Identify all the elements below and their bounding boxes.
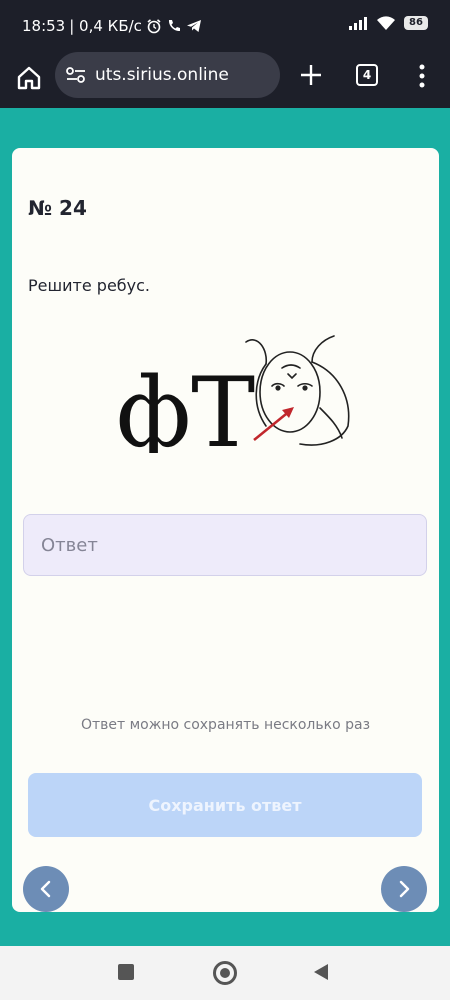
red-arrow-icon bbox=[253, 407, 294, 442]
save-answer-button[interactable]: Сохранить ответ bbox=[28, 773, 422, 837]
status-right: 86 bbox=[348, 15, 428, 31]
home-icon[interactable] bbox=[16, 65, 42, 91]
answer-input[interactable] bbox=[23, 514, 427, 576]
recent-apps-icon[interactable] bbox=[118, 964, 134, 980]
back-icon[interactable] bbox=[312, 963, 330, 981]
upside-down-head-drawing bbox=[245, 335, 350, 446]
telegram-icon bbox=[186, 20, 201, 32]
site-settings-icon[interactable] bbox=[65, 65, 87, 85]
chevron-left-icon bbox=[40, 880, 51, 898]
status-left: 18:53 | 0,4 КБ/с bbox=[22, 17, 202, 35]
rebus-image: фТ bbox=[116, 335, 350, 453]
new-tab-icon[interactable] bbox=[298, 62, 324, 88]
chevron-right-icon bbox=[399, 880, 410, 898]
alarm-icon bbox=[147, 19, 161, 34]
question-prompt: Решите ребус. bbox=[28, 276, 150, 295]
question-number: № 24 bbox=[28, 196, 87, 220]
address-bar[interactable]: uts.sirius.online bbox=[55, 52, 280, 98]
status-time: 18:53 bbox=[22, 17, 66, 35]
status-speed: | 0,4 КБ/с bbox=[69, 17, 142, 35]
browser-toolbar: uts.sirius.online 4 bbox=[0, 52, 450, 108]
save-hint: Ответ можно сохранять несколько раз bbox=[80, 717, 371, 733]
status-bar: 18:53 | 0,4 КБ/с 86 bbox=[0, 0, 450, 52]
tab-switcher-button[interactable]: 4 bbox=[356, 64, 378, 86]
url-text[interactable]: uts.sirius.online bbox=[95, 65, 229, 85]
rebus-letters: фТ bbox=[116, 357, 255, 453]
previous-question-button[interactable] bbox=[23, 866, 69, 912]
wifi-icon bbox=[377, 16, 395, 30]
question-card: № 24 Решите ребус. фТ Ответ можно сохран… bbox=[12, 148, 439, 912]
home-nav-icon[interactable] bbox=[213, 961, 237, 985]
signal-icon bbox=[349, 17, 367, 30]
more-options-icon[interactable] bbox=[416, 63, 428, 89]
phone-call-icon bbox=[168, 20, 180, 32]
battery-level: 86 bbox=[404, 16, 428, 30]
system-navigation-bar bbox=[0, 946, 450, 1000]
next-question-button[interactable] bbox=[381, 866, 427, 912]
